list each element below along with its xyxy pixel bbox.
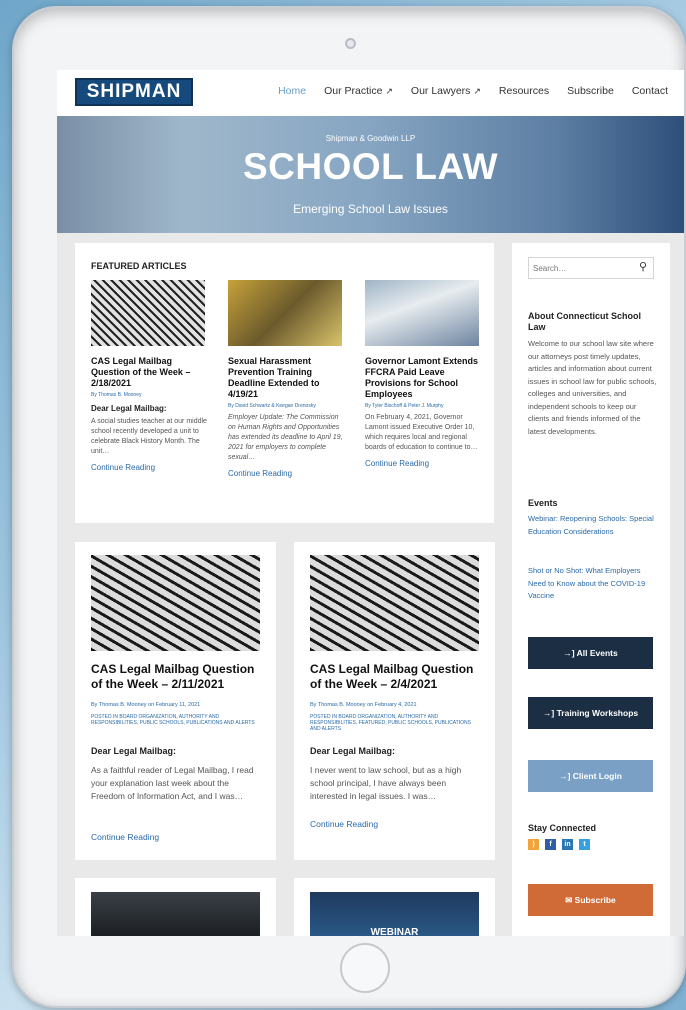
featured-article-title[interactable]: CAS Legal Mailbag Question of the Week –… xyxy=(91,356,207,389)
search-icon[interactable]: ⚲ xyxy=(639,260,647,273)
continue-reading-link[interactable]: Continue Reading xyxy=(91,463,207,472)
hero-firm-name: Shipman & Goodwin LLP xyxy=(325,134,416,143)
site-header: SHIPMAN Home Our Practice ↗ Our Lawyers … xyxy=(57,70,684,116)
nav-our-lawyers-label: Our Lawyers xyxy=(410,85,471,97)
client-login-button[interactable]: →] Client Login xyxy=(528,760,653,792)
laptop-image[interactable] xyxy=(91,892,260,936)
hero-title: SCHOOL LAW xyxy=(242,146,499,187)
featured-article-excerpt: Employer Update: The Commission on Human… xyxy=(228,414,343,461)
article-excerpt: I never went to law school, but as a hig… xyxy=(310,765,462,801)
featured-article: CAS Legal Mailbag Question of the Week –… xyxy=(91,280,207,472)
article-byline[interactable]: By Thomas B. Mooney on February 4, 2021 xyxy=(310,702,417,708)
envelopes-image[interactable] xyxy=(91,555,260,651)
featured-article-excerpt: A social studies teacher at our middle s… xyxy=(91,418,207,455)
envelopes-image[interactable] xyxy=(310,555,479,651)
about-text: Welcome to our school law site where our… xyxy=(528,339,657,436)
article-card xyxy=(75,878,276,936)
nav-subscribe[interactable]: Subscribe xyxy=(567,85,614,97)
article-card: WEBINAR xyxy=(294,878,495,936)
twitter-icon[interactable]: t xyxy=(579,839,590,850)
article-subhead: Dear Legal Mailbag: xyxy=(91,746,177,756)
tablet-frame: SHIPMAN Home Our Practice ↗ Our Lawyers … xyxy=(12,6,686,1008)
featured-article-title[interactable]: Sexual Harassment Prevention Training De… xyxy=(228,356,344,400)
sidebar: ⚲ About Connecticut School Law Welcome t… xyxy=(512,243,670,936)
nav-our-practice-label: Our Practice xyxy=(324,85,383,97)
home-button[interactable] xyxy=(340,943,390,993)
featured-article-excerpt: On February 4, 2021, Governor Lamont iss… xyxy=(365,414,478,451)
featured-article-byline[interactable]: By David Schwartz & Keegan Drenosky xyxy=(228,403,344,409)
search-input[interactable] xyxy=(529,259,637,278)
all-events-button[interactable]: →] All Events xyxy=(528,637,653,669)
nav-contact[interactable]: Contact xyxy=(632,85,668,97)
article-title[interactable]: CAS Legal Mailbag Question of the Week –… xyxy=(310,662,482,692)
nav-home[interactable]: Home xyxy=(278,85,306,97)
hero-tagline: Emerging School Law Issues xyxy=(293,202,448,216)
featured-article-byline[interactable]: By Thomas B. Mooney xyxy=(91,392,207,398)
nav-our-practice[interactable]: Our Practice ↗ xyxy=(324,85,393,97)
continue-reading-link[interactable]: Continue Reading xyxy=(365,459,481,468)
main-nav: Home Our Practice ↗ Our Lawyers ↗ Resour… xyxy=(278,85,668,97)
featured-articles: FEATURED ARTICLES CAS Legal Mailbag Ques… xyxy=(75,243,494,523)
featured-article-byline[interactable]: By Tyler Bischoff & Peter J. Murphy xyxy=(365,403,481,409)
article-categories[interactable]: POSTED IN BOARD ORGANIZATION, AUTHORITY … xyxy=(310,714,482,732)
article-byline[interactable]: By Thomas B. Mooney on February 11, 2021 xyxy=(91,702,200,708)
continue-reading-link[interactable]: Continue Reading xyxy=(310,819,378,829)
external-link-icon: ↗ xyxy=(385,86,393,96)
events-heading: Events xyxy=(528,498,558,508)
shipman-logo[interactable]: SHIPMAN xyxy=(75,78,193,106)
article-card: CAS Legal Mailbag Question of the Week –… xyxy=(294,542,495,860)
featured-article-subhead: Dear Legal Mailbag: xyxy=(91,404,167,413)
featured-article-title[interactable]: Governor Lamont Extends FFCRA Paid Leave… xyxy=(365,356,481,400)
external-link-icon: ↗ xyxy=(473,86,481,96)
hero-banner: Shipman & Goodwin LLP SCHOOL LAW Emergin… xyxy=(57,116,684,233)
webinar-image[interactable]: WEBINAR xyxy=(310,892,479,936)
article-title[interactable]: CAS Legal Mailbag Question of the Week –… xyxy=(91,662,263,692)
article-excerpt: As a faithful reader of Legal Mailbag, I… xyxy=(91,765,254,801)
featured-heading: FEATURED ARTICLES xyxy=(91,261,187,271)
about-heading: About Connecticut School Law xyxy=(528,311,641,332)
featured-article: Sexual Harassment Prevention Training De… xyxy=(228,280,344,478)
nav-our-lawyers[interactable]: Our Lawyers ↗ xyxy=(411,85,481,97)
envelopes-image[interactable] xyxy=(91,280,205,346)
continue-reading-link[interactable]: Continue Reading xyxy=(91,832,159,842)
browser-screen: SHIPMAN Home Our Practice ↗ Our Lawyers … xyxy=(57,70,684,936)
subscribe-button[interactable]: ✉ Subscribe xyxy=(528,884,653,916)
continue-reading-link[interactable]: Continue Reading xyxy=(228,469,344,478)
search-box: ⚲ xyxy=(528,257,654,279)
training-workshops-button[interactable]: →] Training Workshops xyxy=(528,697,653,729)
regulation-image[interactable] xyxy=(228,280,342,346)
stay-connected-heading: Stay Connected xyxy=(528,823,597,833)
event-link[interactable]: Shot or No Shot: What Employers Need to … xyxy=(528,565,656,603)
article-categories[interactable]: POSTED IN BOARD ORGANIZATION, AUTHORITY … xyxy=(91,714,263,726)
event-link[interactable]: Webinar: Reopening Schools: Special Educ… xyxy=(528,513,656,538)
featured-article: Governor Lamont Extends FFCRA Paid Leave… xyxy=(365,280,481,468)
article-subhead: Dear Legal Mailbag: xyxy=(310,746,396,756)
paid-family-leave-image[interactable] xyxy=(365,280,479,346)
article-card: CAS Legal Mailbag Question of the Week –… xyxy=(75,542,276,860)
social-links: ) f in t xyxy=(528,839,590,850)
rss-icon[interactable]: ) xyxy=(528,839,539,850)
linkedin-icon[interactable]: in xyxy=(562,839,573,850)
camera-icon xyxy=(345,38,356,49)
facebook-icon[interactable]: f xyxy=(545,839,556,850)
nav-resources[interactable]: Resources xyxy=(499,85,549,97)
